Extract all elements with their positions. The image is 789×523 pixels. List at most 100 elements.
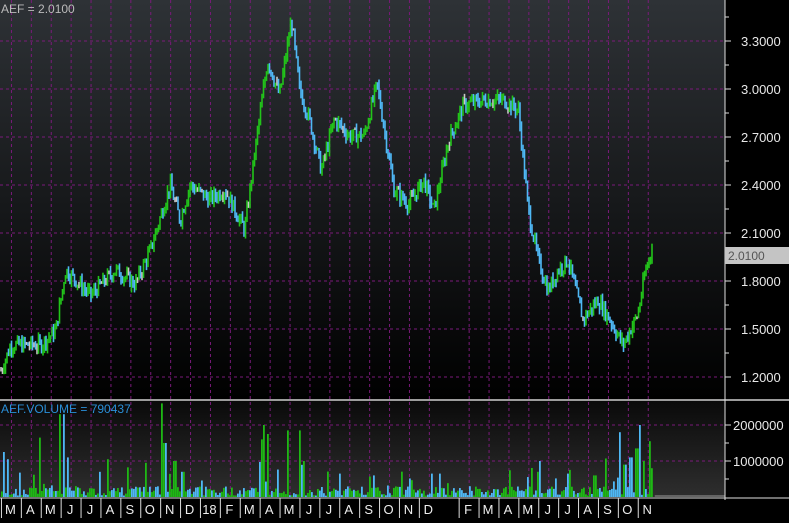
volume-bar	[555, 478, 557, 497]
last-price-label: 2.0100	[728, 249, 765, 263]
volume-bar	[577, 493, 579, 497]
volume-bar	[155, 486, 157, 497]
volume-bar	[327, 471, 329, 497]
volume-bar	[241, 494, 243, 497]
volume-bar	[3, 452, 5, 497]
month-label: D	[424, 502, 433, 517]
volume-bar	[321, 487, 323, 497]
volume-bar	[43, 483, 45, 497]
volume-bar	[231, 487, 233, 497]
volume-bar	[345, 489, 347, 497]
volume-bar	[629, 457, 631, 497]
volume-bar	[331, 491, 333, 497]
volume-bar	[269, 494, 271, 497]
volume-bar	[619, 432, 621, 497]
volume-bar	[511, 486, 513, 497]
volume-bar	[275, 488, 277, 497]
volume-bar	[259, 461, 261, 497]
volume-bar	[193, 491, 195, 497]
month-label: N	[643, 502, 652, 517]
volume-bar	[117, 487, 119, 497]
volume-bar	[289, 495, 291, 497]
volume-bar	[573, 490, 575, 497]
volume-bar	[627, 487, 629, 497]
volume-bar	[71, 490, 73, 497]
volume-bar	[625, 464, 627, 497]
volume-bar	[65, 487, 67, 497]
volume-bar	[303, 461, 305, 497]
volume-bar	[557, 494, 559, 497]
volume-bar	[363, 494, 365, 497]
volume-bar	[101, 495, 103, 497]
month-label: M	[244, 502, 255, 517]
volume-bar	[83, 491, 85, 497]
volume-bar	[137, 487, 139, 497]
volume-bar	[347, 486, 349, 497]
volume-bar	[233, 495, 235, 497]
volume-bar	[547, 489, 549, 497]
volume-bar	[459, 488, 461, 497]
volume-bar	[277, 469, 279, 497]
volume-bar	[455, 492, 457, 497]
volume-bar	[167, 491, 169, 497]
volume-bar	[151, 492, 153, 497]
volume-bar	[435, 487, 437, 497]
volume-bar	[257, 491, 259, 497]
volume-bar	[313, 495, 315, 497]
volume-bar	[329, 491, 331, 497]
volume-bar	[253, 488, 255, 497]
volume-bar	[495, 489, 497, 497]
volume-bar	[53, 491, 55, 497]
volume-bar	[209, 488, 211, 497]
volume-bar	[311, 492, 313, 497]
volume-bar	[355, 490, 357, 497]
volume-bar	[385, 495, 387, 497]
volume-bar	[291, 495, 293, 497]
volume-bar	[549, 488, 551, 497]
volume-bar	[561, 491, 563, 497]
volume-bar	[397, 486, 399, 497]
volume-bar	[179, 491, 181, 497]
volume-bar	[157, 486, 159, 497]
volume-bar	[31, 488, 33, 497]
volume-bar	[513, 490, 515, 497]
volume-bar	[453, 488, 455, 497]
price-tick-label: 3.3000	[741, 34, 781, 49]
volume-bar	[299, 430, 301, 497]
volume-bar	[565, 487, 567, 497]
volume-bar	[583, 487, 585, 497]
volume-bar	[525, 489, 527, 497]
volume-bar	[499, 495, 501, 497]
volume-bar	[563, 490, 565, 497]
volume-bar	[553, 488, 555, 497]
volume-bar	[641, 494, 643, 497]
volume-bar	[411, 480, 413, 497]
volume-bar	[479, 488, 481, 497]
volume-bar	[317, 488, 319, 497]
volume-bar	[123, 495, 125, 497]
volume-bar	[467, 495, 469, 497]
volume-bar	[205, 486, 207, 497]
volume-bar	[445, 494, 447, 497]
volume-bar	[5, 493, 7, 497]
volume-bar	[425, 495, 427, 497]
volume-bar	[55, 490, 57, 497]
volume-bar	[245, 491, 247, 497]
volume-bar	[433, 493, 435, 497]
month-label: M	[284, 502, 295, 517]
volume-bar	[67, 457, 69, 497]
volume-bar	[81, 493, 83, 497]
volume-bar	[281, 493, 283, 497]
stock-chart: 3.3000 3.0000 2.7000 2.4000 2.1000 1.8000 1.50…	[0, 0, 789, 518]
volume-bar	[567, 473, 569, 497]
volume-bar	[69, 487, 71, 497]
volume-bar	[203, 495, 205, 497]
volume-bar	[427, 494, 429, 497]
volume-bar	[57, 490, 59, 497]
volume-bar	[127, 467, 129, 497]
volume-bar	[79, 488, 81, 497]
volume-bar	[337, 490, 339, 497]
volume-bar	[333, 488, 335, 497]
volume-bar	[265, 481, 267, 497]
volume-bar	[529, 486, 531, 497]
